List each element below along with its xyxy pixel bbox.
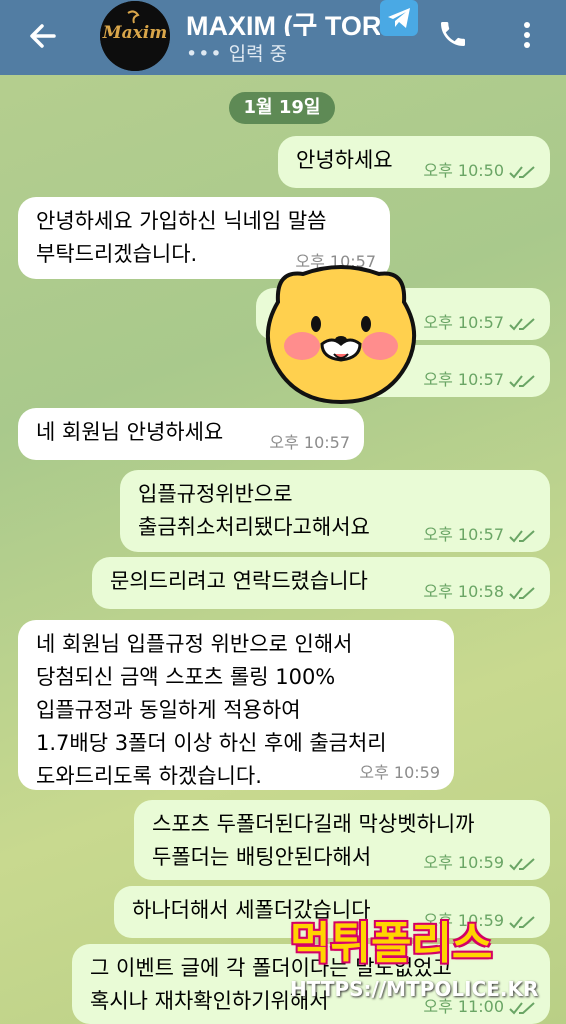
message-time: 오후 10:57	[269, 433, 350, 452]
cartoon-face-sticker	[265, 265, 417, 404]
message-text: 스포츠 두폴더된다길래 막상벳하니까	[152, 812, 475, 836]
telegram-icon	[380, 0, 418, 36]
double-check-icon	[509, 587, 535, 600]
message-text: 안녕하세요 가입하신 닉네임 말씀	[36, 209, 327, 233]
double-check-icon	[509, 530, 535, 543]
avatar-logo-text: Maxim	[102, 23, 168, 43]
more-menu-button[interactable]	[515, 18, 539, 52]
message-bubble[interactable]: 입플규정위반으로 출금취소처리됐다고해서요 오후 10:57	[120, 470, 550, 552]
message-time: 오후 10:50	[423, 161, 504, 180]
message-time: 오후 10:59	[423, 853, 504, 872]
more-vertical-icon	[524, 22, 530, 48]
watermark: 먹튀폴리스 HTTPS://MTPOLICE.KR	[290, 914, 540, 1024]
typing-status-text: 입력 중	[228, 43, 288, 65]
chat-avatar[interactable]: Maxim	[100, 1, 170, 71]
call-button[interactable]	[437, 18, 469, 50]
double-check-icon	[509, 375, 535, 388]
message-time: 오후 10:57	[423, 370, 504, 389]
message-bubble[interactable]: 네 회원님 입플규정 위반으로 인해서 당첨되신 금액 스포츠 롤링 100% …	[18, 620, 454, 790]
typing-status: ••• 입력 중	[186, 39, 287, 66]
message-text: 입플규정과 동일하게 적용하여	[36, 698, 301, 722]
date-separator: 1월 19일	[229, 92, 335, 124]
message-time: 오후 10:58	[423, 582, 504, 601]
double-check-icon	[509, 318, 535, 331]
watermark-title: 먹튀폴리스	[290, 918, 493, 969]
message-bubble[interactable]: 문의드리려고 연락드렸습니다 오후 10:58	[92, 557, 550, 609]
message-text: 당첨되신 금액 스포츠 롤링 100%	[36, 665, 336, 689]
typing-dots-icon: •••	[186, 43, 223, 65]
message-text: 1.7배당 3폴더 이상 하신 후에 출금처리	[36, 731, 387, 755]
double-check-icon	[509, 166, 535, 179]
watermark-url: HTTPS://MTPOLICE.KR	[290, 977, 539, 1001]
message-time: 오후 10:59	[359, 763, 440, 782]
double-check-icon	[509, 858, 535, 871]
message-bubble[interactable]: 네 회원님 안녕하세요 오후 10:57	[18, 408, 364, 460]
message-time: 오후 10:57	[423, 525, 504, 544]
message-text: 입플규정위반으로	[138, 482, 293, 506]
arrow-left-icon	[30, 24, 56, 48]
chat-header: Maxim MAXIM (구 TOR ••• 입력 중	[0, 0, 566, 75]
phone-icon	[441, 22, 465, 46]
back-button[interactable]	[24, 16, 64, 56]
chat-title[interactable]: MAXIM (구 TOR	[186, 4, 380, 36]
message-bubble[interactable]: 안녕하세요 오후 10:50	[278, 136, 550, 188]
message-time: 오후 10:57	[423, 313, 504, 332]
message-bubble[interactable]: 스포츠 두폴더된다길래 막상벳하니까 두폴더는 배팅안된다해서 오후 10:59	[134, 800, 550, 880]
message-text: 네 회원님 입플규정 위반으로 인해서	[36, 632, 353, 656]
